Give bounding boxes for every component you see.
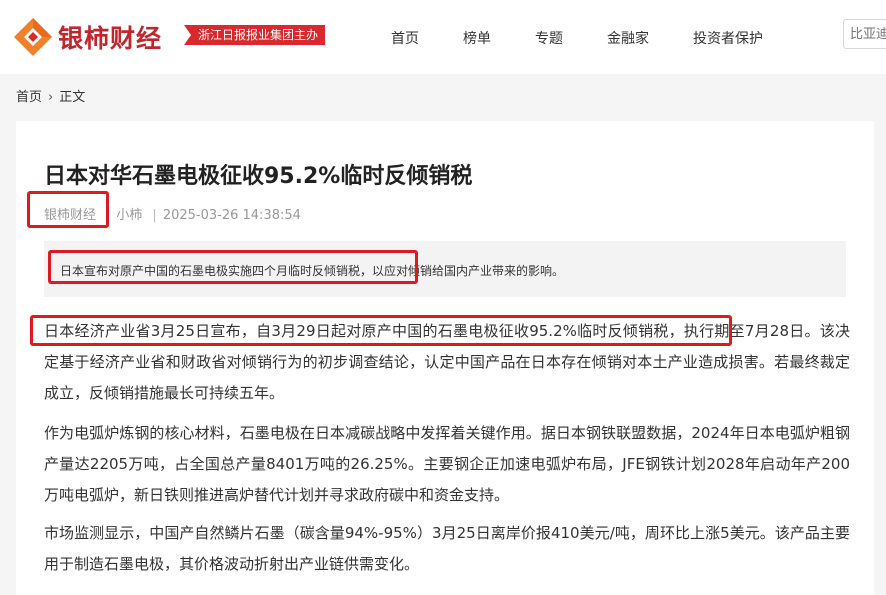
chevron-right-icon: › (48, 90, 54, 105)
yinshi-logo-icon[interactable] (12, 16, 54, 58)
breadcrumb-home[interactable]: 首页 (16, 90, 42, 105)
paragraph-2: 作为电弧炉炼钢的核心材料，石墨电极在日本减碳战略中发挥着关键作用。据日本钢铁联盟… (44, 424, 850, 504)
nav-investor-protection[interactable]: 投资者保护 (693, 28, 763, 48)
breadcrumb-current: 正文 (59, 90, 86, 105)
nav-topics[interactable]: 专题 (535, 28, 563, 48)
search-box[interactable] (843, 19, 886, 49)
nav-financiers[interactable]: 金融家 (607, 28, 649, 48)
nav-home[interactable]: 首页 (391, 28, 419, 48)
nav-rankings[interactable]: 榜单 (463, 28, 491, 48)
breadcrumb: 首页 › 正文 (16, 86, 85, 105)
highlight-source-box (27, 191, 109, 228)
highlight-paragraph-box (30, 315, 732, 346)
article-title: 日本对华石墨电极征收95.2%临时反倾销税 (44, 164, 473, 189)
article-datetime: 2025-03-26 14:38:54 (162, 208, 301, 223)
paragraph-3: 市场监测显示，中国产自然鳞片石墨（碳含量94%-95%）3月25日离岸价报410… (44, 524, 850, 573)
article-author: 小柿 (116, 208, 143, 223)
brand-name[interactable]: 银柿财经 (58, 19, 162, 55)
site-header: 银柿财经 浙江日报报业集团主办 首页 榜单 专题 金融家 投资者保护 (0, 0, 886, 74)
highlight-summary-box (48, 250, 418, 284)
tagline-badge: 浙江日报报业集团主办 (184, 25, 326, 45)
search-input[interactable] (844, 20, 886, 48)
